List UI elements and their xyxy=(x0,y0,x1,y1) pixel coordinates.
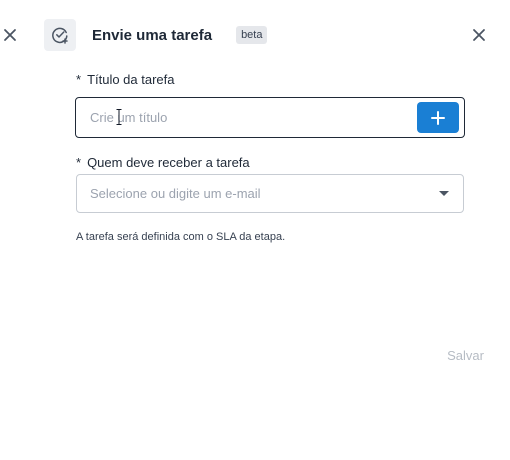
sla-helper-text: A tarefa será definida com o SLA da etap… xyxy=(76,231,286,243)
required-mark: * xyxy=(76,72,82,87)
recipient-select[interactable]: Selecione ou digite um e-mail xyxy=(76,174,464,213)
panel-header: Envie uma tarefa beta xyxy=(44,18,492,52)
required-mark: * xyxy=(76,155,82,170)
task-title-input[interactable] xyxy=(76,98,411,137)
task-check-add-icon xyxy=(44,19,76,51)
task-title-field xyxy=(75,97,465,138)
task-title-label: * Título da tarefa xyxy=(76,72,175,87)
recipient-label-text: Quem deve receber a tarefa xyxy=(87,155,250,170)
task-title-label-text: Título da tarefa xyxy=(87,72,175,87)
close-icon[interactable] xyxy=(0,24,20,46)
plus-icon xyxy=(431,110,445,125)
panel-title: Envie uma tarefa xyxy=(92,26,213,44)
caret-down-icon[interactable] xyxy=(439,191,449,196)
add-title-button[interactable] xyxy=(417,102,459,133)
recipient-label: * Quem deve receber a tarefa xyxy=(76,155,250,170)
close-icon[interactable] xyxy=(466,22,492,48)
task-panel: Envie uma tarefa beta * Título da tarefa … xyxy=(0,0,510,460)
beta-badge: beta xyxy=(236,26,268,44)
save-button[interactable]: Salvar xyxy=(447,348,484,363)
recipient-placeholder: Selecione ou digite um e-mail xyxy=(90,186,261,201)
